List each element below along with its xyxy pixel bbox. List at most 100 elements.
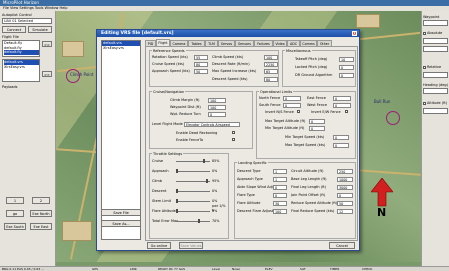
left-control-panel: Autopilot Control UAV 01 Selected Connec… xyxy=(0,11,56,266)
takeoff-pitch-label: Takeoff Pitch (deg) xyxy=(295,57,328,61)
join-point-offset-field[interactable]: 0 xyxy=(337,193,353,198)
throttle-slider-knob[interactable] xyxy=(198,219,201,223)
final-reduce-speed-field[interactable]: 12 xyxy=(337,209,353,214)
final-reduce-speed-label: Final Reduce Speed (kts) xyxy=(291,209,335,213)
throttle-slider-knob[interactable] xyxy=(176,209,178,213)
throttle-slider[interactable] xyxy=(176,211,210,212)
north-fence-field[interactable]: 0 xyxy=(283,96,301,101)
base-leg-length-field[interactable]: 1000 xyxy=(337,177,353,182)
absolute-field[interactable] xyxy=(423,38,448,44)
save-values-button[interactable]: Save Values xyxy=(179,242,203,249)
exe-north-button[interactable]: Exe North xyxy=(30,210,52,217)
wpt-reduce-turn-field[interactable]: 0 xyxy=(208,112,226,117)
button-1[interactable]: 1 xyxy=(6,197,24,204)
exe-south-button[interactable]: Exe South xyxy=(4,223,26,230)
west-fence-field[interactable]: 0 xyxy=(333,103,351,108)
east-fence-field[interactable]: 0 xyxy=(333,96,351,101)
final-leg-length-label: Final Leg Length (ft) xyxy=(291,185,327,189)
reduce-speed-altitude-field[interactable]: 50 xyxy=(337,201,353,206)
climb-speed-field[interactable]: 100 xyxy=(264,55,278,60)
throttle-slider-knob[interactable] xyxy=(176,189,178,193)
min-target-speed-field[interactable]: 0 xyxy=(333,135,349,140)
throttle-slider[interactable] xyxy=(176,191,210,192)
connect-button[interactable]: Connect xyxy=(2,26,26,33)
list-item[interactable]: default.fly xyxy=(4,50,39,55)
max-target-altitude-field[interactable]: 0 xyxy=(309,119,325,124)
max-speed-increase-label: Max Speed Increase (kts) xyxy=(212,69,257,73)
vrs-editor-dialog: Editing VRS file [default.vrs] X default… xyxy=(96,29,360,251)
save-as-button[interactable]: Save As... xyxy=(101,220,141,227)
list-item[interactable]: XlrsEasy.vrs xyxy=(102,46,140,51)
throttle-slider-knob[interactable] xyxy=(203,159,206,163)
climb-margin-field[interactable]: 100 xyxy=(208,98,226,103)
send-flight-button[interactable]: >> xyxy=(42,41,52,47)
exe-east-button[interactable]: Exe East xyxy=(30,223,52,230)
airport-marker[interactable] xyxy=(386,111,400,125)
climb-speed-label: Climb Speed (kts) xyxy=(212,55,244,59)
throttle-slider-knob[interactable] xyxy=(206,179,209,183)
absolute-field-2[interactable] xyxy=(423,46,448,52)
close-icon[interactable]: X xyxy=(352,31,357,36)
absolute-radio[interactable] xyxy=(423,32,426,35)
throttle-unit-label: pwr 1/% s xyxy=(212,204,226,212)
cruise-speed-field[interactable]: 80 xyxy=(194,62,208,67)
throttle-row-label: Climb xyxy=(152,179,163,183)
descent-rate-field[interactable]: 2250 xyxy=(264,62,278,67)
enable-dead-reckoning-checkbox[interactable] xyxy=(232,131,235,134)
save-file-button[interactable]: Save File xyxy=(101,209,141,216)
list-item[interactable]: XlrsEasy.vrs xyxy=(4,65,39,70)
throttle-slider[interactable] xyxy=(176,201,210,202)
approach-type-field[interactable]: 1 xyxy=(273,177,287,182)
max-target-speed-field[interactable]: 0 xyxy=(333,143,349,148)
relative-radio[interactable] xyxy=(423,66,426,69)
descent-speed-field[interactable]: 80 xyxy=(264,77,278,82)
dr-ground-field[interactable]: 0 xyxy=(339,73,354,78)
send-vrs-button[interactable]: >> xyxy=(42,71,52,77)
flare-type-field[interactable]: 0 xyxy=(273,193,287,198)
waypoint-select[interactable] xyxy=(423,20,448,26)
rotation-speed-field[interactable]: 55 xyxy=(194,55,208,60)
climb-margin-label: Climb Margin (ft) xyxy=(170,98,200,102)
throttle-slider-knob[interactable] xyxy=(176,169,178,173)
dr-ground-label: DR Ground Algorithm xyxy=(295,73,333,77)
locked-pitch-field[interactable]: 0 xyxy=(339,65,354,70)
simulate-button[interactable]: Simulate xyxy=(28,26,52,33)
takeoff-pitch-field[interactable]: 10 xyxy=(339,57,354,62)
flight-file-label: Flight File xyxy=(2,35,19,39)
min-target-altitude-field[interactable]: 0 xyxy=(309,126,325,131)
button-2[interactable]: 2 xyxy=(32,197,50,204)
abbr-slope-wind-field[interactable]: 0 xyxy=(273,185,287,190)
cancel-button[interactable]: Cancel xyxy=(329,242,355,249)
invert-ew-fence-checkbox[interactable] xyxy=(345,110,348,113)
throttle-slider-knob[interactable] xyxy=(176,199,178,203)
approach-speed-field[interactable]: 50 xyxy=(194,69,208,74)
max-speed-increase-field[interactable]: 65 xyxy=(264,69,278,74)
level-flight-mode-select[interactable]: Elevator Controls Airspeed xyxy=(184,122,240,127)
flight-file-list[interactable]: Default.fly default.fly default.fly xyxy=(2,40,40,57)
invert-ns-fence-checkbox[interactable] xyxy=(297,110,300,113)
go-online-button[interactable]: Go online xyxy=(147,242,171,249)
altitude-check[interactable] xyxy=(423,102,426,105)
vrs-file-list[interactable]: default.vrs XlrsEasy.vrs xyxy=(2,59,40,82)
relative-field[interactable] xyxy=(423,72,448,78)
tab-flight[interactable]: Flight xyxy=(156,39,170,46)
descent-type-field[interactable]: 1 xyxy=(273,169,287,174)
enable-fenceto-checkbox[interactable] xyxy=(232,138,235,141)
status-bar: BRG 0.11 EAS 0.03 / 0.63 ... GPS LINK RE… xyxy=(0,266,449,271)
throttle-slider[interactable] xyxy=(176,181,210,182)
map-city xyxy=(62,221,92,241)
waypoint-dist-field[interactable]: 100 xyxy=(208,105,226,110)
go-button[interactable]: go xyxy=(6,210,24,217)
altitude-field[interactable] xyxy=(423,108,448,114)
uav-select[interactable]: UAV 01 Selected xyxy=(2,18,52,24)
descent-flare-adjust-field[interactable]: 100 xyxy=(273,209,287,214)
heading-field[interactable] xyxy=(423,88,448,94)
descent-rate-label: Descent Rate (ft/min) xyxy=(212,62,250,66)
miscellaneous-group: Miscellaneous Takeoff Pitch (deg) 10 Loc… xyxy=(282,49,356,87)
throttle-slider[interactable] xyxy=(176,221,210,222)
final-leg-length-field[interactable]: 3000 xyxy=(337,185,353,190)
flare-altitude-field[interactable]: 30 xyxy=(273,201,287,206)
south-fence-field[interactable]: 0 xyxy=(283,103,301,108)
throttle-slider[interactable] xyxy=(176,171,210,172)
circuit-altitude-field[interactable]: 250 xyxy=(337,169,353,174)
